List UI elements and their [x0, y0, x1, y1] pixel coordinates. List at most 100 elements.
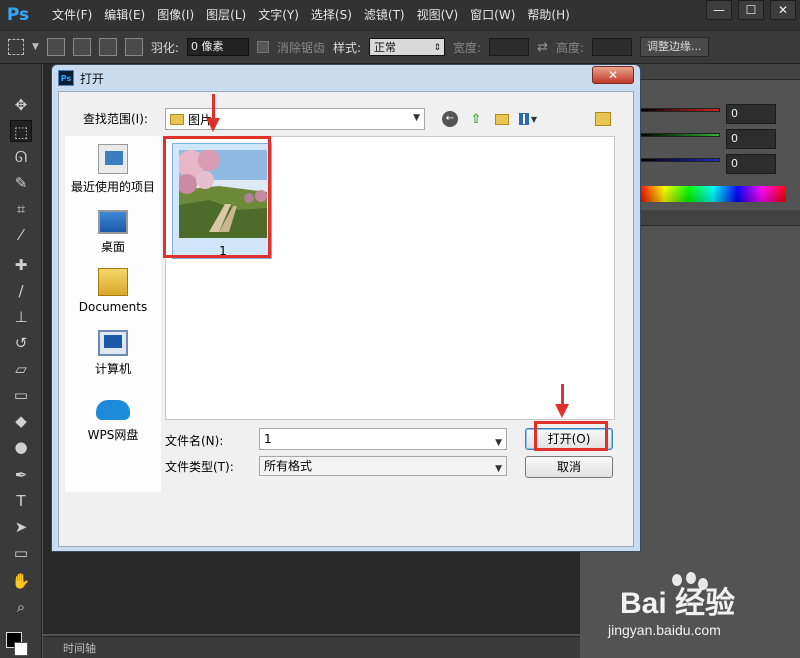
highlight-open-button-box	[534, 421, 608, 451]
open-dialog: Ps 打开 ✕ 查找范围(I): 图片 ▼ ← ⇧ ▼ 最近使用的项目 桌面 D…	[51, 64, 641, 552]
intersect-selection-icon[interactable]	[124, 38, 143, 56]
history-brush-tool-icon[interactable]: ↺	[10, 332, 32, 354]
healing-brush-tool-icon[interactable]: ✚	[10, 254, 32, 276]
look-in-combo[interactable]: 图片 ▼	[165, 108, 425, 130]
antialias-label: 消除锯齿	[276, 40, 325, 55]
eyedropper-tool-icon[interactable]: ⁄	[10, 224, 32, 246]
dialog-close-button[interactable]: ✕	[592, 66, 634, 84]
color-spectrum[interactable]	[640, 186, 786, 202]
width-label: 宽度:	[453, 40, 482, 55]
timeline-tab[interactable]: 时间轴	[63, 640, 96, 656]
photoshop-icon: Ps	[58, 70, 74, 86]
file-name-field-label: 文件名(N):	[165, 434, 224, 448]
place-documents[interactable]: Documents	[65, 268, 161, 314]
zoom-tool-icon[interactable]: ⌕	[10, 596, 32, 618]
menu-type[interactable]: 文字(Y)	[252, 0, 305, 30]
cloud-icon	[96, 400, 130, 420]
menu-image[interactable]: 图像(I)	[151, 0, 200, 30]
dodge-tool-icon[interactable]: ●	[10, 436, 32, 458]
blur-tool-icon[interactable]: ◆	[10, 410, 32, 432]
style-value: 正常	[374, 41, 397, 54]
computer-icon	[98, 330, 128, 356]
subtract-selection-icon[interactable]	[98, 38, 117, 56]
lasso-tool-icon[interactable]: ᘏ	[10, 146, 32, 168]
width-input[interactable]	[489, 38, 530, 56]
feather-label: 羽化:	[150, 40, 179, 55]
arrow-open-shaft	[561, 384, 564, 406]
options-bar: ▼ 羽化: 0 像素 消除锯齿 样式: 正常 ⇕ 宽度: ⇄ 高度: 调整边缘.…	[0, 30, 800, 64]
menu-bar: Ps 文件(F) 编辑(E) 图像(I) 图层(L) 文字(Y) 选择(S) 滤…	[0, 0, 800, 30]
gradient-tool-icon[interactable]: ▭	[10, 384, 32, 406]
marquee-tool-preset-icon[interactable]	[8, 39, 24, 55]
hand-tool-icon[interactable]: ✋	[10, 570, 32, 592]
close-window-button[interactable]: ✕	[770, 0, 796, 20]
cancel-button[interactable]: 取消	[525, 456, 613, 478]
crop-tool-icon[interactable]: ⌗	[10, 198, 32, 220]
pen-tool-icon[interactable]: ✒	[10, 464, 32, 486]
menu-window[interactable]: 窗口(W)	[464, 0, 521, 30]
maximize-button[interactable]: ☐	[738, 0, 764, 20]
dialog-body: 查找范围(I): 图片 ▼ ← ⇧ ▼ 最近使用的项目 桌面 Documents…	[58, 91, 634, 547]
new-folder-icon[interactable]	[493, 110, 511, 128]
file-name-value: 1	[264, 432, 272, 446]
watermark-url: jingyan.baidu.com	[608, 622, 721, 638]
nav-toolbar: ← ⇧ ▼	[441, 110, 537, 128]
quick-select-tool-icon[interactable]: ✎	[10, 172, 32, 194]
main-menu: 文件(F) 编辑(E) 图像(I) 图层(L) 文字(Y) 选择(S) 滤镜(T…	[46, 0, 576, 30]
menu-file[interactable]: 文件(F)	[46, 0, 98, 30]
tools-panel: ✥ ⬚ ᘏ ✎ ⌗ ⁄ ✚ ∕ ⊥ ↺ ▱ ▭ ◆ ● ✒ T ➤ ▭ ✋ ⌕	[0, 64, 42, 658]
style-select[interactable]: 正常 ⇕	[369, 38, 446, 56]
place-computer-label: 计算机	[94, 362, 131, 376]
green-value[interactable]: 0	[726, 129, 776, 149]
height-input[interactable]	[592, 38, 633, 56]
brush-tool-icon[interactable]: ∕	[10, 280, 32, 302]
marquee-tool-icon[interactable]: ⬚	[10, 120, 32, 142]
file-name-dropdown-icon[interactable]: ▼	[495, 433, 502, 453]
place-recent[interactable]: 最近使用的项目	[65, 144, 161, 195]
dialog-title: 打开	[80, 71, 105, 86]
file-type-dropdown-icon: ▼	[495, 464, 502, 474]
menu-layer[interactable]: 图层(L)	[200, 0, 252, 30]
blue-slider[interactable]	[640, 158, 720, 162]
new-selection-icon[interactable]	[46, 38, 65, 56]
menu-view[interactable]: 视图(V)	[411, 0, 465, 30]
eraser-tool-icon[interactable]: ▱	[10, 358, 32, 380]
path-select-tool-icon[interactable]: ➤	[10, 516, 32, 538]
view-menu-icon[interactable]: ▼	[519, 110, 537, 128]
documents-folder-icon	[98, 268, 128, 296]
red-value[interactable]: 0	[726, 104, 776, 124]
place-desktop[interactable]: 桌面	[65, 206, 161, 255]
file-name-input[interactable]: 1 ▼	[259, 428, 507, 450]
red-slider[interactable]	[640, 108, 720, 112]
file-type-select[interactable]: 所有格式 ▼	[259, 456, 507, 476]
swap-icon[interactable]: ⇄	[537, 40, 548, 55]
green-slider[interactable]	[640, 133, 720, 137]
folder-icon	[170, 113, 184, 125]
back-icon[interactable]: ←	[441, 110, 459, 128]
add-selection-icon[interactable]	[72, 38, 91, 56]
clone-stamp-tool-icon[interactable]: ⊥	[10, 306, 32, 328]
file-type-label: 文件类型(T):	[165, 460, 234, 474]
place-computer[interactable]: 计算机	[65, 330, 161, 377]
type-tool-icon[interactable]: T	[10, 490, 32, 512]
blue-value[interactable]: 0	[726, 154, 776, 174]
move-tool-icon[interactable]: ✥	[10, 94, 32, 116]
refine-edge-button[interactable]: 调整边缘...	[640, 37, 709, 57]
minimize-button[interactable]: —	[706, 0, 732, 20]
window-controls: — ☐ ✕	[706, 0, 796, 20]
background-color-swatch[interactable]	[14, 642, 28, 656]
antialias-checkbox[interactable]	[256, 41, 269, 53]
place-wps-cloud[interactable]: WPS网盘	[65, 392, 161, 443]
rectangle-tool-icon[interactable]: ▭	[10, 542, 32, 564]
menu-filter[interactable]: 滤镜(T)	[358, 0, 411, 30]
highlight-file-box	[163, 136, 271, 258]
arrow-file-head-icon	[206, 118, 220, 132]
chevron-down-icon: ▼	[413, 113, 420, 123]
menu-help[interactable]: 帮助(H)	[521, 0, 575, 30]
preset-dropdown-arrow-icon[interactable]: ▼	[32, 42, 39, 52]
up-folder-icon[interactable]: ⇧	[467, 110, 485, 128]
create-folder-icon[interactable]	[595, 112, 611, 126]
menu-edit[interactable]: 编辑(E)	[98, 0, 151, 30]
feather-input[interactable]: 0 像素	[186, 38, 249, 56]
menu-select[interactable]: 选择(S)	[305, 0, 358, 30]
